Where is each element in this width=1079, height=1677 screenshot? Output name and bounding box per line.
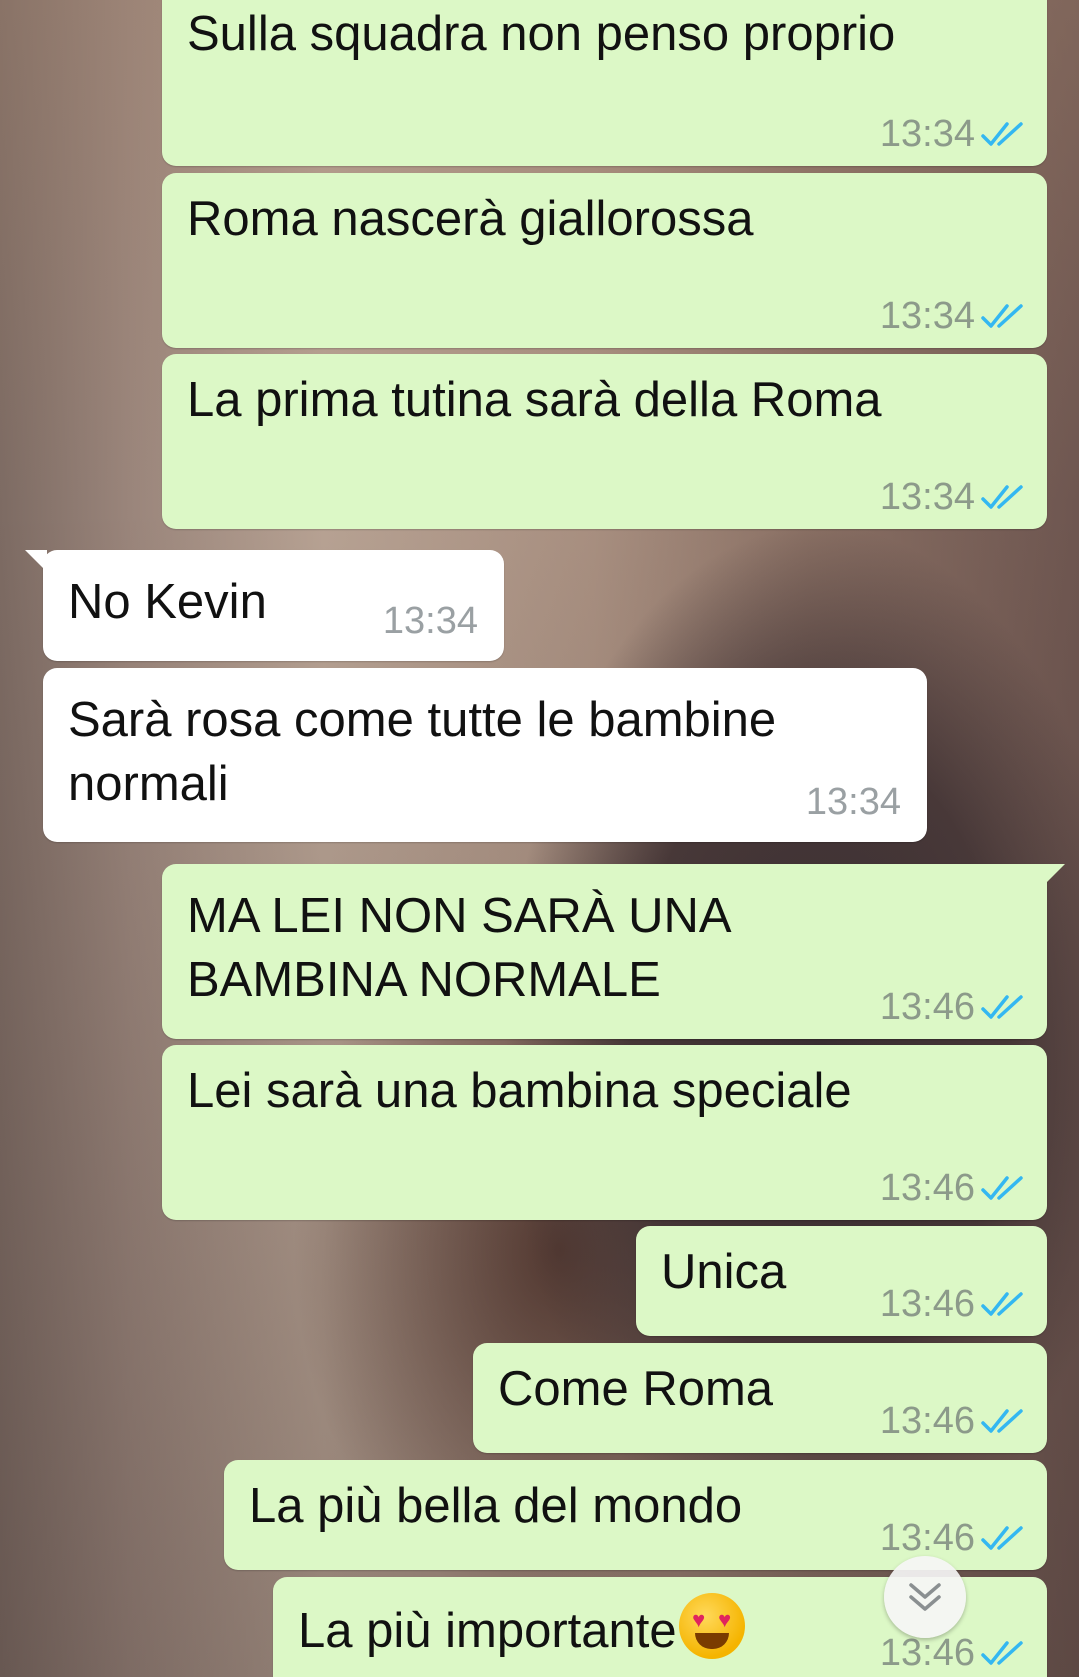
message-time: 13:46 (879, 1517, 975, 1559)
message-meta: 13:34 (880, 296, 1027, 336)
message-text: Sarà rosa come tutte le bambine normali (68, 693, 777, 811)
read-ticks-icon (981, 485, 1023, 509)
message-text: Come Roma (498, 1362, 774, 1416)
message-text-content: La più importante (298, 1604, 677, 1658)
read-ticks-icon (981, 1526, 1023, 1550)
message-outgoing[interactable]: Lei sarà una bambina speciale 13:46 (162, 1045, 1047, 1220)
message-text: La prima tutina sarà della Roma (187, 373, 882, 427)
message-time: 13:34 (879, 476, 975, 518)
message-meta: 13:46 (880, 1168, 1027, 1208)
message-outgoing[interactable]: Roma nascerà giallorossa 13:34 (162, 173, 1047, 348)
message-time: 13:46 (879, 1400, 975, 1442)
message-time: 13:34 (382, 600, 478, 642)
message-text: Unica (661, 1245, 787, 1299)
message-outgoing[interactable]: MA LEI NON SARÀ UNA BAMBINA NORMALE 13:4… (162, 864, 1065, 1039)
message-text: Roma nascerà giallorossa (187, 192, 754, 246)
message-outgoing[interactable]: Unica 13:46 (636, 1226, 1047, 1336)
message-text: Lei sarà una bambina speciale (187, 1064, 852, 1118)
read-ticks-icon (981, 1641, 1023, 1665)
message-time: 13:34 (879, 113, 975, 155)
message-text: Sulla squadra non penso proprio (187, 7, 896, 61)
bubble-tail (25, 550, 47, 572)
message-outgoing[interactable]: La prima tutina sarà della Roma 13:34 (162, 354, 1047, 529)
message-meta: 13:46 (880, 1518, 1027, 1558)
message-meta: 13:46 (880, 1401, 1027, 1441)
read-ticks-icon (981, 1409, 1023, 1433)
message-time: 13:34 (805, 781, 901, 823)
message-meta: 13:46 (880, 1633, 1027, 1673)
message-outgoing[interactable]: Sulla squadra non penso proprio 13:34 (162, 0, 1047, 166)
message-time: 13:46 (879, 1283, 975, 1325)
message-outgoing[interactable]: Come Roma 13:46 (473, 1343, 1047, 1453)
message-outgoing[interactable]: La più bella del mondo 13:46 (224, 1460, 1047, 1570)
scroll-to-bottom-button[interactable] (884, 1556, 966, 1638)
bubble-tail (1043, 864, 1065, 886)
message-meta: 13:34 (383, 601, 478, 641)
message-time: 13:46 (879, 986, 975, 1028)
message-time: 13:46 (879, 1167, 975, 1209)
message-meta: 13:34 (880, 477, 1027, 517)
read-ticks-icon (981, 304, 1023, 328)
read-ticks-icon (981, 1292, 1023, 1316)
message-time: 13:34 (879, 295, 975, 337)
double-chevron-down-icon (909, 1583, 941, 1611)
message-text: La più bella del mondo (249, 1479, 743, 1533)
read-ticks-icon (981, 995, 1023, 1019)
message-meta: 13:34 (880, 114, 1027, 154)
message-meta: 13:34 (806, 782, 901, 822)
heart-eyes-emoji: ♥ ♥ (678, 1593, 745, 1659)
message-text: La più importante ♥ ♥ (298, 1593, 745, 1663)
message-incoming[interactable]: No Kevin 13:34 (25, 550, 504, 661)
message-meta: 13:46 (880, 1284, 1027, 1324)
message-time: 13:46 (879, 1632, 975, 1674)
read-ticks-icon (981, 1176, 1023, 1200)
message-text: MA LEI NON SARÀ UNA BAMBINA NORMALE (187, 889, 732, 1007)
message-meta: 13:46 (880, 987, 1027, 1027)
read-ticks-icon (981, 122, 1023, 146)
message-text: No Kevin (68, 575, 267, 629)
message-incoming[interactable]: Sarà rosa come tutte le bambine normali … (43, 668, 927, 842)
